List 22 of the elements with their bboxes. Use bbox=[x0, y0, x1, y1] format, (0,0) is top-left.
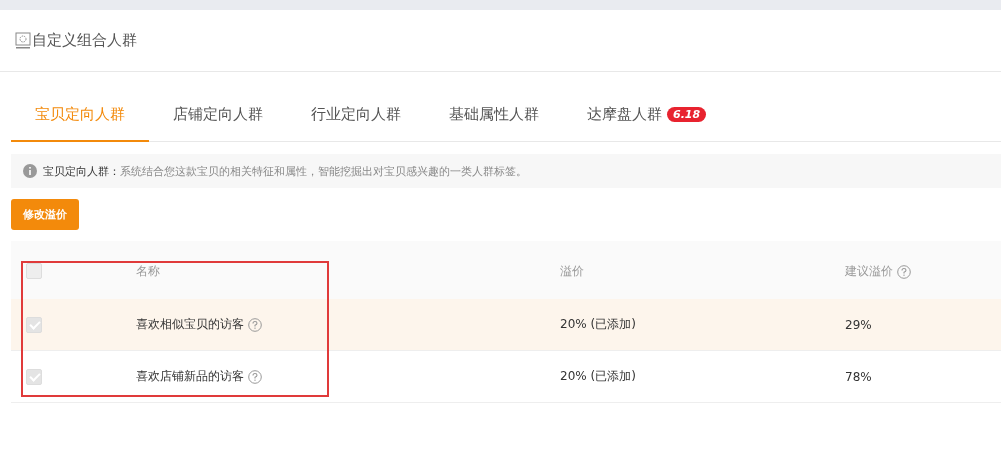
tab[interactable]: 店铺定向人群 bbox=[149, 89, 287, 142]
tab[interactable]: 行业定向人群 bbox=[287, 89, 425, 142]
tab[interactable]: 基础属性人群 bbox=[425, 89, 563, 142]
frame-icon bbox=[15, 32, 31, 49]
column-header: 建议溢价 bbox=[845, 263, 893, 280]
info-icon bbox=[23, 164, 37, 178]
promo-badge: 6.18 bbox=[667, 107, 707, 122]
table-cell: 20% (已添加) bbox=[560, 317, 636, 331]
column-header: 名称 bbox=[136, 263, 160, 280]
help-icon bbox=[248, 317, 262, 332]
checkbox[interactable] bbox=[26, 263, 42, 279]
table-cell: 喜欢相似宝贝的访客 bbox=[136, 316, 244, 333]
tab[interactable]: 达摩盘人群 6.18 bbox=[563, 89, 731, 142]
column-header: 溢价 bbox=[560, 264, 584, 278]
section-title: 自定义组合人群 bbox=[32, 31, 137, 50]
table-cell: 20% (已添加) bbox=[560, 369, 636, 383]
help-icon bbox=[248, 369, 262, 384]
help-icon bbox=[897, 264, 911, 279]
table-cell: 78% bbox=[845, 369, 872, 384]
table-cell: 29% bbox=[845, 317, 872, 332]
table-cell: 喜欢店铺新品的访客 bbox=[136, 368, 244, 385]
notice-text: 宝贝定向人群：系统结合您这款宝贝的相关特征和属性，智能挖掘出对宝贝感兴趣的一类人群标签。 bbox=[43, 163, 527, 179]
